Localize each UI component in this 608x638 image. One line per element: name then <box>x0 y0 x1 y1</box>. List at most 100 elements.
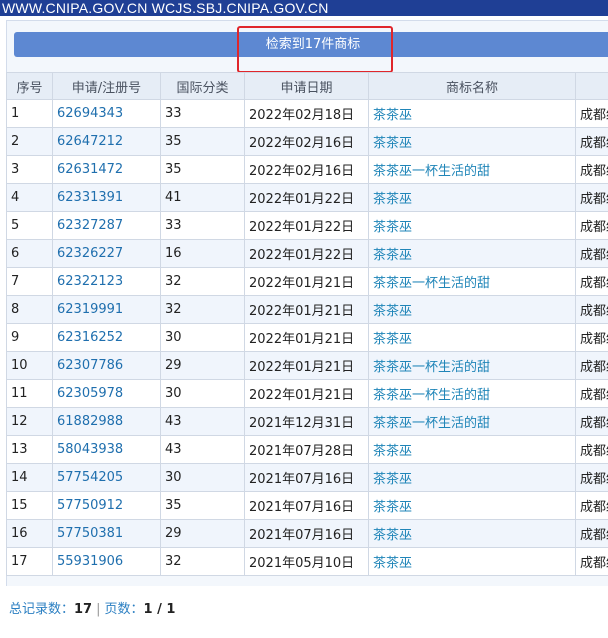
class-cell: 16 <box>160 239 245 268</box>
table-row: 462331391412022年01月22日茶茶巫成都织 <box>6 183 608 212</box>
table-row: 1162305978302022年01月21日茶茶巫一杯生活的甜成都织 <box>6 379 608 408</box>
trademark-name-link[interactable]: 茶茶巫 <box>368 183 576 212</box>
class-cell: 43 <box>160 435 245 464</box>
column-header-reg-number: 申请/注册号 <box>52 72 161 100</box>
annotation-highlight-box <box>237 26 393 73</box>
row-index: 16 <box>6 519 53 548</box>
applicant-cell: 成都织 <box>575 295 608 324</box>
column-header-trademark-name: 商标名称 <box>368 72 576 100</box>
column-header-applicant <box>575 72 608 100</box>
applicant-cell: 成都织 <box>575 183 608 212</box>
table-row: 1062307786292022年01月21日茶茶巫一杯生活的甜成都织 <box>6 351 608 380</box>
row-index: 6 <box>6 239 53 268</box>
table-row: 962316252302022年01月21日茶茶巫成都织 <box>6 323 608 352</box>
trademark-name-link[interactable]: 茶茶巫 <box>368 547 576 576</box>
site-url-banner: WWW.CNIPA.GOV.CN WCJS.SBJ.CNIPA.GOV.CN <box>0 0 608 16</box>
date-cell: 2022年01月22日 <box>244 183 369 212</box>
class-cell: 29 <box>160 351 245 380</box>
class-cell: 33 <box>160 99 245 128</box>
trademark-name-link[interactable]: 茶茶巫 <box>368 491 576 520</box>
class-cell: 30 <box>160 379 245 408</box>
trademark-name-link[interactable]: 茶茶巫 <box>368 323 576 352</box>
reg-number-link[interactable]: 57750381 <box>52 519 161 548</box>
applicant-cell: 成都织 <box>575 323 608 352</box>
date-cell: 2022年02月16日 <box>244 127 369 156</box>
date-cell: 2021年05月10日 <box>244 547 369 576</box>
applicant-cell: 成都织 <box>575 407 608 436</box>
reg-number-link[interactable]: 62694343 <box>52 99 161 128</box>
page-count-label: 页数： <box>104 602 144 617</box>
trademark-name-link[interactable]: 茶茶巫 <box>368 239 576 268</box>
class-cell: 30 <box>160 323 245 352</box>
reg-number-link[interactable]: 62331391 <box>52 183 161 212</box>
trademark-name-link[interactable]: 茶茶巫 <box>368 99 576 128</box>
reg-number-link[interactable]: 62316252 <box>52 323 161 352</box>
row-index: 17 <box>6 547 53 576</box>
table-row: 1657750381292021年07月16日茶茶巫成都织 <box>6 519 608 548</box>
trademark-name-link[interactable]: 茶茶巫一杯生活的甜 <box>368 155 576 184</box>
applicant-cell: 成都织 <box>575 127 608 156</box>
table-row: 1261882988432021年12月31日茶茶巫一杯生活的甜成都织 <box>6 407 608 436</box>
table-row: 1557750912352021年07月16日茶茶巫成都织 <box>6 491 608 520</box>
trademark-name-link[interactable]: 茶茶巫一杯生活的甜 <box>368 379 576 408</box>
date-cell: 2021年07月16日 <box>244 519 369 548</box>
class-cell: 41 <box>160 183 245 212</box>
table-row: 562327287332022年01月22日茶茶巫成都织 <box>6 211 608 240</box>
reg-number-link[interactable]: 58043938 <box>52 435 161 464</box>
reg-number-link[interactable]: 62631472 <box>52 155 161 184</box>
class-cell: 33 <box>160 211 245 240</box>
row-index: 8 <box>6 295 53 324</box>
class-cell: 32 <box>160 547 245 576</box>
applicant-cell: 成都织 <box>575 155 608 184</box>
class-cell: 30 <box>160 463 245 492</box>
date-cell: 2021年07月16日 <box>244 491 369 520</box>
trademark-name-link[interactable]: 茶茶巫一杯生活的甜 <box>368 351 576 380</box>
column-header-class: 国际分类 <box>160 72 245 100</box>
applicant-cell: 成都织 <box>575 435 608 464</box>
trademark-name-link[interactable]: 茶茶巫 <box>368 435 576 464</box>
trademark-name-link[interactable]: 茶茶巫 <box>368 211 576 240</box>
row-index: 9 <box>6 323 53 352</box>
footer-separator: | <box>96 602 101 617</box>
trademark-name-link[interactable]: 茶茶巫一杯生活的甜 <box>368 407 576 436</box>
reg-number-link[interactable]: 62327287 <box>52 211 161 240</box>
reg-number-link[interactable]: 62322123 <box>52 267 161 296</box>
table-row: 662326227162022年01月22日茶茶巫成都织 <box>6 239 608 268</box>
trademark-name-link[interactable]: 茶茶巫 <box>368 519 576 548</box>
pagination-summary: 总记录数：17 | 页数：1 / 1 <box>9 598 175 617</box>
row-index: 7 <box>6 267 53 296</box>
row-index: 5 <box>6 211 53 240</box>
reg-number-link[interactable]: 62305978 <box>52 379 161 408</box>
reg-number-link[interactable]: 62307786 <box>52 351 161 380</box>
date-cell: 2021年07月16日 <box>244 463 369 492</box>
applicant-cell: 成都织 <box>575 211 608 240</box>
class-cell: 32 <box>160 267 245 296</box>
date-cell: 2022年02月16日 <box>244 155 369 184</box>
trademark-name-link[interactable]: 茶茶巫一杯生活的甜 <box>368 267 576 296</box>
table-row: 1358043938432021年07月28日茶茶巫成都织 <box>6 435 608 464</box>
applicant-cell: 成都织 <box>575 379 608 408</box>
column-header-date: 申请日期 <box>244 72 369 100</box>
table-row: 762322123322022年01月21日茶茶巫一杯生活的甜成都织 <box>6 267 608 296</box>
reg-number-link[interactable]: 62647212 <box>52 127 161 156</box>
row-index: 4 <box>6 183 53 212</box>
trademark-name-link[interactable]: 茶茶巫 <box>368 463 576 492</box>
reg-number-link[interactable]: 55931906 <box>52 547 161 576</box>
trademark-name-link[interactable]: 茶茶巫 <box>368 127 576 156</box>
trademark-name-link[interactable]: 茶茶巫 <box>368 295 576 324</box>
row-index: 13 <box>6 435 53 464</box>
date-cell: 2022年01月21日 <box>244 379 369 408</box>
reg-number-link[interactable]: 62326227 <box>52 239 161 268</box>
reg-number-link[interactable]: 57750912 <box>52 491 161 520</box>
class-cell: 35 <box>160 491 245 520</box>
trademark-results-table: 序号 申请/注册号 国际分类 申请日期 商标名称 1 62694343 33 2022… <box>6 72 608 576</box>
applicant-cell: 成都织 <box>575 351 608 380</box>
reg-number-link[interactable]: 61882988 <box>52 407 161 436</box>
date-cell: 2022年01月22日 <box>244 239 369 268</box>
date-cell: 2022年01月21日 <box>244 295 369 324</box>
date-cell: 2021年07月28日 <box>244 435 369 464</box>
reg-number-link[interactable]: 57754205 <box>52 463 161 492</box>
reg-number-link[interactable]: 62319991 <box>52 295 161 324</box>
table-row: 1457754205302021年07月16日茶茶巫成都织 <box>6 463 608 492</box>
class-cell: 43 <box>160 407 245 436</box>
